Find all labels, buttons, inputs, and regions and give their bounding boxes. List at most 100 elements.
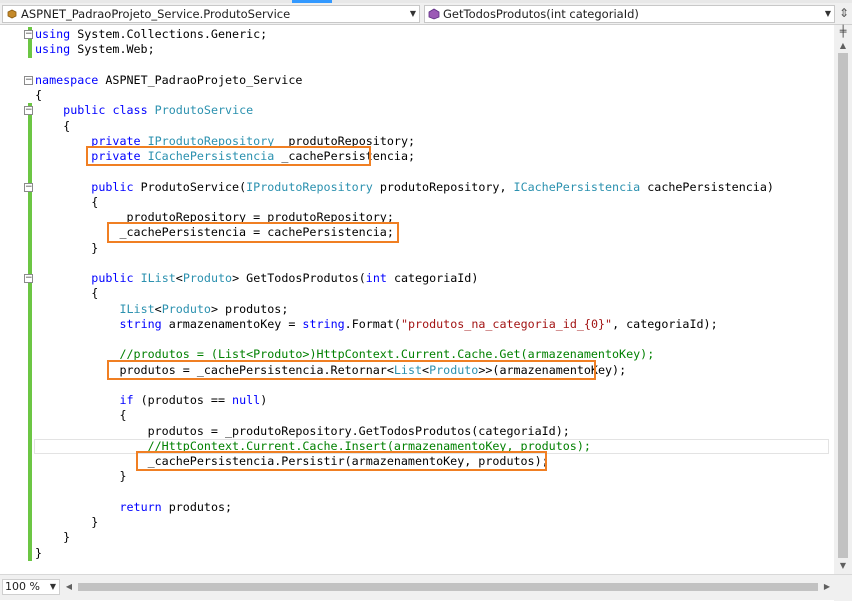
- collapse-icon[interactable]: −: [24, 274, 33, 283]
- code-line[interactable]: public ProdutoService(IProdutoRepository…: [35, 180, 774, 195]
- vertical-scroll-thumb[interactable]: [838, 53, 848, 558]
- keyword-token: class: [112, 103, 148, 118]
- code-token: ProdutoService(: [133, 179, 247, 194]
- code-line[interactable]: }: [35, 546, 42, 561]
- code-line[interactable]: return produtos;: [35, 500, 232, 515]
- string-token: "produtos_na_categoria_id_{0}": [400, 316, 613, 331]
- code-token: produtos = _produtoRepository.GetTodosPr…: [35, 423, 570, 438]
- code-line[interactable]: {: [35, 88, 42, 103]
- code-token: ASPNET_PadraoProjeto_Service: [98, 72, 303, 87]
- code-line[interactable]: }: [35, 241, 98, 256]
- type-token: Produto: [161, 301, 211, 316]
- highlight-annotation-box: [107, 222, 399, 243]
- code-token: }: [35, 545, 43, 560]
- keyword-token: using: [35, 42, 71, 57]
- code-token: {: [35, 118, 71, 133]
- navigation-bar: ASPNET_PadraoProjeto_Service.ProdutoServ…: [0, 0, 852, 25]
- code-token: System.Collections.Generic;: [70, 27, 268, 41]
- editor-gutter: [0, 25, 22, 574]
- collapse-icon[interactable]: −: [24, 106, 33, 116]
- scroll-right-icon[interactable]: ▶: [820, 579, 834, 595]
- class-icon: [6, 8, 18, 20]
- code-line[interactable]: }: [35, 515, 98, 530]
- member-dropdown-value: GetTodosProdutos(int categoriaId): [443, 7, 639, 21]
- split-handle-icon[interactable]: ╪: [837, 26, 849, 38]
- collapse-icon[interactable]: −: [24, 182, 33, 192]
- split-window-icon[interactable]: ⇕: [836, 3, 852, 23]
- zoom-level: 100 %: [5, 580, 40, 593]
- code-token: armazenamentoKey =: [161, 316, 303, 331]
- code-token: ): [260, 393, 268, 407]
- method-icon: [428, 8, 440, 20]
- keyword-token: int: [365, 271, 387, 285]
- code-token: , categoriaId);: [612, 316, 718, 331]
- chevron-down-icon: ▼: [409, 9, 416, 18]
- scroll-left-icon[interactable]: ◀: [62, 579, 76, 595]
- code-token: cachePersistencia): [640, 179, 774, 194]
- scroll-down-icon[interactable]: ▼: [834, 558, 852, 574]
- keyword-token: string: [119, 316, 162, 331]
- code-token: > produtos;: [210, 301, 289, 316]
- code-line[interactable]: namespace ASPNET_PadraoProjeto_Service: [35, 73, 302, 88]
- type-dropdown[interactable]: ASPNET_PadraoProjeto_Service.ProdutoServ…: [2, 5, 420, 23]
- code-line[interactable]: using System.Web;: [35, 42, 155, 57]
- horizontal-scroll-thumb[interactable]: [78, 583, 818, 591]
- code-line[interactable]: }: [35, 530, 70, 545]
- code-line[interactable]: {: [35, 286, 98, 301]
- code-line[interactable]: public IList<Produto> GetTodosProdutos(i…: [35, 271, 478, 286]
- document-tab-strip: [0, 0, 852, 3]
- type-token: ICachePersistencia: [513, 179, 641, 194]
- collapse-icon[interactable]: −: [24, 30, 33, 39]
- code-token: }: [35, 469, 127, 484]
- code-token: {: [35, 408, 127, 423]
- code-token: System.Web;: [70, 42, 155, 57]
- code-line[interactable]: string armazenamentoKey = string.Format(…: [35, 316, 718, 332]
- horizontal-scrollbar[interactable]: ◀ ▶: [62, 579, 834, 595]
- zoom-dropdown[interactable]: 100 % ▼: [2, 579, 60, 595]
- keyword-token: namespace: [35, 72, 99, 87]
- code-token: {: [35, 88, 43, 102]
- editor-status-bar: 100 % ▼ ◀ ▶: [0, 574, 852, 601]
- vertical-scrollbar[interactable]: ╪ ▲ ▼: [834, 25, 852, 574]
- code-line[interactable]: {: [35, 408, 126, 423]
- code-token: }: [35, 240, 99, 255]
- scroll-up-icon[interactable]: ▲: [834, 38, 852, 54]
- scrollbar-corner: [834, 575, 852, 601]
- code-line[interactable]: using System.Collections.Generic;: [35, 27, 267, 42]
- chevron-down-icon: ▼: [824, 9, 831, 18]
- code-token: }: [35, 530, 71, 545]
- code-line[interactable]: public class ProdutoService: [35, 103, 253, 118]
- code-line[interactable]: if (produtos == null): [35, 393, 267, 408]
- code-line[interactable]: }: [35, 469, 126, 484]
- keyword-token: public: [91, 271, 134, 285]
- chevron-down-icon: ▼: [49, 582, 56, 591]
- highlight-annotation-box: [86, 146, 371, 167]
- type-token: ProdutoService: [154, 103, 254, 118]
- code-token: <: [154, 301, 162, 316]
- code-editor[interactable]: using System.Collections.Generic; using S…: [0, 25, 834, 574]
- code-token: produtos;: [161, 499, 233, 514]
- code-token: {: [35, 194, 99, 209]
- type-token: IProdutoRepository: [246, 179, 373, 194]
- code-token: <: [175, 271, 183, 285]
- collapse-icon[interactable]: −: [24, 75, 33, 85]
- code-line[interactable]: {: [35, 119, 70, 134]
- code-token: {: [35, 286, 99, 301]
- type-dropdown-value: ASPNET_PadraoProjeto_Service.ProdutoServ…: [21, 7, 291, 21]
- active-tab-indicator: [292, 0, 332, 3]
- code-line[interactable]: IList<Produto> produtos;: [35, 302, 288, 317]
- code-line[interactable]: {: [35, 195, 98, 210]
- code-line[interactable]: produtos = _produtoRepository.GetTodosPr…: [35, 424, 570, 439]
- code-token: .Format(: [344, 316, 401, 331]
- member-dropdown[interactable]: GetTodosProdutos(int categoriaId) ▼: [424, 5, 835, 23]
